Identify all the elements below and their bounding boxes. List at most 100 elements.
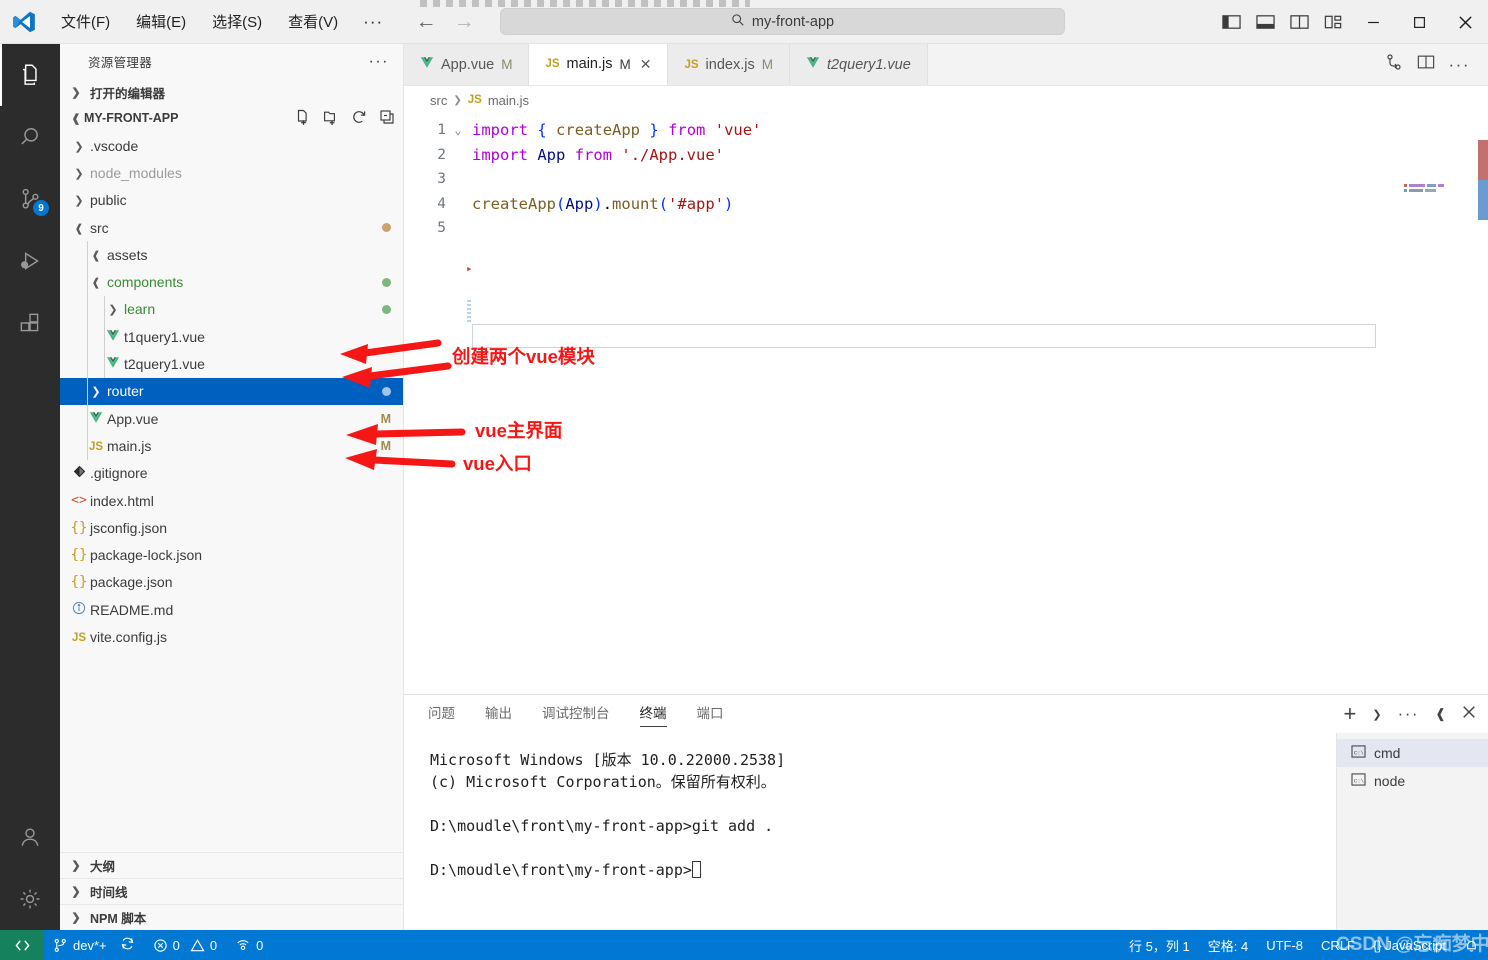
breadcrumb-src[interactable]: src bbox=[430, 93, 447, 108]
tree-item-router[interactable]: ❯ router bbox=[60, 377, 403, 405]
sidebar-item-explorer[interactable] bbox=[0, 44, 60, 106]
section-project-root[interactable]: ❰ MY-FRONT-APP bbox=[60, 105, 403, 131]
breadcrumb-file[interactable]: main.js bbox=[488, 93, 529, 108]
panel-tab[interactable]: 终端 bbox=[639, 702, 667, 727]
file-tree[interactable]: ❯ .vscode ❯ node_modules ❯ public ❰ src ❰ assets ❰… bbox=[60, 131, 403, 852]
collapse-all-icon[interactable] bbox=[379, 109, 395, 128]
section-outline[interactable]: ❯ 大纲 bbox=[60, 852, 403, 878]
refresh-icon[interactable] bbox=[351, 109, 367, 128]
tree-item-index-html[interactable]: <> index.html bbox=[60, 487, 403, 514]
panel-tab[interactable]: 调试控制台 bbox=[542, 702, 610, 726]
window-close-button[interactable] bbox=[1442, 0, 1488, 44]
section-npm-scripts[interactable]: ❯ NPM 脚本 bbox=[60, 904, 403, 930]
tree-item-assets[interactable]: ❰ assets bbox=[60, 241, 403, 269]
sync-icon[interactable] bbox=[120, 936, 135, 954]
go-back-icon[interactable]: ← bbox=[415, 10, 437, 34]
toggle-panel-icon[interactable] bbox=[1248, 0, 1282, 44]
maximize-panel-icon[interactable]: ❰ bbox=[1435, 706, 1446, 722]
sidebar-item-extensions[interactable] bbox=[0, 292, 60, 354]
new-folder-icon[interactable] bbox=[323, 109, 339, 128]
close-panel-icon[interactable] bbox=[1462, 705, 1476, 724]
code-line[interactable]: 2 import App from './App.vue' bbox=[404, 143, 1488, 168]
tree-item-vite-config-js[interactable]: JS vite.config.js bbox=[60, 623, 403, 650]
window-minimize-button[interactable] bbox=[1350, 0, 1396, 44]
more-actions-icon[interactable]: ··· bbox=[1449, 55, 1470, 75]
status-cursor-position[interactable]: 行 5，列 1 bbox=[1120, 930, 1199, 960]
bell-icon[interactable] bbox=[1455, 930, 1488, 960]
editor-tab-app-vue[interactable]: App.vue M bbox=[404, 44, 530, 85]
accounts-icon[interactable] bbox=[0, 806, 60, 868]
panel-tab[interactable]: 端口 bbox=[697, 702, 724, 726]
split-editor-icon[interactable] bbox=[1417, 54, 1435, 75]
breadcrumb[interactable]: src ❯ JS main.js bbox=[404, 86, 1488, 114]
toggle-secondary-sidebar-icon[interactable] bbox=[1282, 0, 1316, 44]
code-editor[interactable]: 1 ⌄ import { createApp } from 'vue' 2 import… bbox=[404, 114, 1488, 694]
tree-item-t2query1-vue[interactable]: t2query1.vue bbox=[60, 350, 403, 378]
sidebar-more-icon[interactable]: ··· bbox=[369, 53, 389, 71]
tree-item-components[interactable]: ❰ components bbox=[60, 268, 403, 296]
chevron-down-icon[interactable]: ❯ bbox=[1372, 708, 1381, 721]
editor-tab-main-js[interactable]: JS main.js M ✕ bbox=[529, 44, 669, 85]
go-forward-icon[interactable]: → bbox=[453, 10, 475, 34]
status-indentation[interactable]: 空格: 4 bbox=[1199, 930, 1257, 960]
customize-layout-icon[interactable] bbox=[1316, 0, 1350, 44]
status-ports[interactable]: 0 bbox=[226, 930, 272, 960]
tree-item-jsconfig-json[interactable]: {} jsconfig.json bbox=[60, 514, 403, 541]
window-maximize-button[interactable] bbox=[1396, 0, 1442, 44]
tree-item-main-js[interactable]: JS main.js M bbox=[60, 432, 403, 460]
panel-tab[interactable]: 输出 bbox=[485, 702, 512, 726]
tree-item--gitignore[interactable]: .gitignore bbox=[60, 460, 403, 487]
menu-more-icon[interactable]: ··· bbox=[351, 12, 395, 32]
more-actions-icon[interactable]: ··· bbox=[1398, 704, 1419, 724]
menu-view[interactable]: 查看(V) bbox=[275, 7, 351, 36]
tree-item-node-modules[interactable]: ❯ node_modules bbox=[60, 159, 403, 186]
terminal-output[interactable]: Microsoft Windows [版本 10.0.22000.2538] (… bbox=[404, 733, 1336, 930]
tree-item-package-json[interactable]: {} package.json bbox=[60, 569, 403, 596]
fold-icon[interactable]: ⌄ bbox=[446, 123, 470, 137]
breakpoint-glyph-icon[interactable]: ▸ bbox=[466, 262, 473, 275]
tree-item-learn[interactable]: ❯ learn bbox=[60, 295, 403, 324]
tree-item-readme-md[interactable]: README.md bbox=[60, 596, 403, 623]
section-timeline[interactable]: ❯ 时间线 bbox=[60, 878, 403, 904]
tree-item-public[interactable]: ❯ public bbox=[60, 187, 403, 214]
split-changes-icon[interactable] bbox=[1385, 53, 1403, 76]
menu-file[interactable]: 文件(F) bbox=[48, 7, 123, 36]
editor-tabs[interactable]: App.vue M JS main.js M ✕ JS index.js Mt2query1.v… bbox=[404, 44, 1488, 86]
status-eol[interactable]: CRLF bbox=[1312, 930, 1364, 960]
menu-bar[interactable]: 文件(F) 编辑(E) 选择(S) 查看(V) ··· bbox=[48, 7, 395, 36]
gear-icon[interactable] bbox=[0, 868, 60, 930]
code-line[interactable]: 4 createApp(App).mount('#app') bbox=[404, 192, 1488, 217]
menu-edit[interactable]: 编辑(E) bbox=[123, 7, 199, 36]
tree-item-src[interactable]: ❰ src bbox=[60, 214, 403, 241]
tree-item-t1query1-vue[interactable]: t1query1.vue bbox=[60, 323, 403, 351]
new-file-icon[interactable] bbox=[295, 109, 311, 128]
status-encoding[interactable]: UTF-8 bbox=[1257, 930, 1312, 960]
sidebar-item-source-control[interactable]: 9 bbox=[0, 168, 60, 230]
tree-item-package-lock-json[interactable]: {} package-lock.json bbox=[60, 541, 403, 568]
editor-tab-index-js[interactable]: JS index.js M bbox=[668, 44, 790, 85]
tree-item-app-vue[interactable]: App.vue M bbox=[60, 404, 403, 433]
tree-item--vscode[interactable]: ❯ .vscode bbox=[60, 132, 403, 159]
toggle-primary-sidebar-icon[interactable] bbox=[1214, 0, 1248, 44]
status-problems[interactable]: 0 0 bbox=[144, 930, 226, 960]
remote-window-icon[interactable] bbox=[0, 930, 44, 960]
command-center[interactable]: my-front-app bbox=[500, 8, 1065, 35]
sidebar-item-run-and-debug[interactable] bbox=[0, 230, 60, 292]
sidebar-item-search[interactable] bbox=[0, 106, 60, 168]
navigation-arrows[interactable]: ← → bbox=[415, 10, 475, 34]
minimap[interactable] bbox=[1400, 114, 1460, 694]
panel-tabs[interactable]: 问题 输出 调试控制台 终端 端口 bbox=[404, 695, 1488, 733]
editor-tab-t2query1-vue[interactable]: t2query1.vue bbox=[789, 44, 928, 85]
code-line[interactable]: 3 bbox=[404, 167, 1488, 192]
code-line[interactable]: 1 ⌄ import { createApp } from 'vue' bbox=[404, 118, 1488, 143]
terminal-tab-node[interactable]: C:\ node bbox=[1337, 767, 1488, 795]
terminal-tabs-list[interactable]: C:\ cmd C:\ node bbox=[1336, 733, 1488, 930]
editor-vertical-scrollbar[interactable] bbox=[1474, 114, 1488, 694]
menu-selection[interactable]: 选择(S) bbox=[199, 7, 275, 36]
section-open-editors[interactable]: ❯ 打开的编辑器 bbox=[60, 79, 403, 105]
panel-tab[interactable]: 问题 bbox=[428, 702, 455, 726]
code-line[interactable]: 5 bbox=[404, 216, 1488, 241]
terminal-tab-cmd[interactable]: C:\ cmd bbox=[1337, 739, 1488, 767]
add-terminal-icon[interactable]: + bbox=[1344, 703, 1357, 725]
status-branch[interactable]: dev*+ bbox=[44, 930, 144, 960]
